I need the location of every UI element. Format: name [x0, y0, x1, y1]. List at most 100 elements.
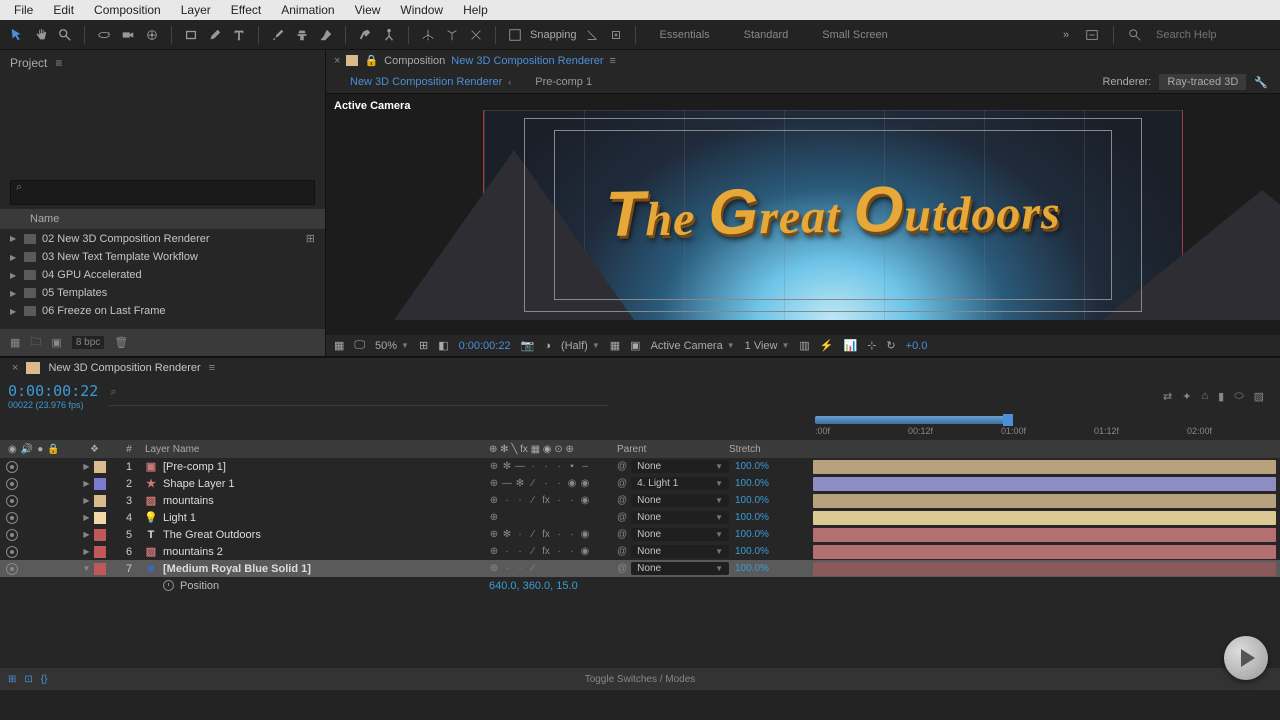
graph-editor-icon[interactable]: ▧: [1254, 390, 1264, 403]
puppet-pin-tool[interactable]: [380, 26, 398, 44]
pen-tool[interactable]: [206, 26, 224, 44]
snapping-label[interactable]: Snapping: [530, 29, 577, 41]
pickwhip-icon[interactable]: @: [617, 461, 627, 472]
fast-preview-icon[interactable]: ⚡: [820, 339, 834, 352]
layer-row[interactable]: ▶4💡Light 1⊕@None▼100.0%: [0, 509, 1280, 526]
motion-blur-icon[interactable]: ⬭: [1234, 390, 1243, 403]
parent-dropdown[interactable]: None▼: [631, 494, 729, 507]
draft-3d-icon[interactable]: ✦: [1182, 390, 1191, 403]
stopwatch-icon[interactable]: [163, 580, 174, 591]
bpc-toggle[interactable]: 8 bpc: [72, 336, 104, 349]
stretch-value[interactable]: 100.0%: [729, 512, 805, 523]
disclosure-icon[interactable]: ▶: [83, 513, 89, 522]
panel-menu-icon[interactable]: ≡: [610, 55, 616, 67]
visibility-toggle[interactable]: [6, 478, 18, 490]
disclosure-icon[interactable]: ▼: [83, 564, 91, 573]
roto-brush-tool[interactable]: [356, 26, 374, 44]
pixel-aspect-icon[interactable]: ▥: [799, 339, 809, 352]
toggle-modes-icon[interactable]: ⊡: [24, 674, 32, 685]
hand-tool[interactable]: [32, 26, 50, 44]
layer-duration-bar[interactable]: [813, 460, 1276, 474]
brush-tool[interactable]: [269, 26, 287, 44]
timeline-icon[interactable]: 📊: [844, 339, 858, 352]
snap-collapse-icon[interactable]: [607, 26, 625, 44]
orbit-tool[interactable]: [95, 26, 113, 44]
menu-layer[interactable]: Layer: [173, 1, 219, 19]
visibility-toggle[interactable]: [6, 461, 18, 473]
pickwhip-icon[interactable]: @: [617, 563, 627, 574]
layer-switches[interactable]: ⊕··∕fx··◉: [489, 546, 617, 557]
layer-name[interactable]: Shape Layer 1: [163, 478, 235, 490]
workspace-overflow-icon[interactable]: »: [1057, 26, 1075, 44]
resolution-icon[interactable]: ⊞: [419, 339, 428, 352]
project-item[interactable]: ▶05 Templates: [0, 284, 325, 302]
project-search-input[interactable]: [10, 180, 315, 205]
axis-view-icon[interactable]: [467, 26, 485, 44]
parent-column[interactable]: Parent: [617, 444, 729, 455]
lock-column-icon[interactable]: 🔒: [47, 444, 59, 455]
stretch-value[interactable]: 100.0%: [729, 461, 805, 472]
composition-viewer[interactable]: Active Camera The Great Outdoors: [326, 94, 1280, 335]
project-item[interactable]: ▶04 GPU Accelerated: [0, 266, 325, 284]
layer-name[interactable]: Light 1: [163, 512, 196, 524]
eye-column-icon[interactable]: ◉: [8, 444, 17, 455]
close-tab-icon[interactable]: ×: [12, 362, 18, 374]
camera-dropdown[interactable]: Active Camera▼: [651, 340, 735, 352]
label-color[interactable]: [94, 546, 106, 558]
stretch-value[interactable]: 100.0%: [729, 529, 805, 540]
layer-duration-bar[interactable]: [813, 528, 1276, 542]
layer-duration-bar[interactable]: [813, 477, 1276, 491]
timeline-comp-name[interactable]: New 3D Composition Renderer: [48, 362, 200, 374]
menu-composition[interactable]: Composition: [86, 1, 169, 19]
parent-dropdown[interactable]: None▼: [631, 511, 729, 524]
menu-animation[interactable]: Animation: [273, 1, 342, 19]
parent-dropdown[interactable]: 4. Light 1▼: [631, 477, 729, 490]
layer-row[interactable]: ▶2★Shape Layer 1⊕—✻∕··◉◉@4. Light 1▼100.…: [0, 475, 1280, 492]
label-color[interactable]: [94, 478, 106, 490]
comp-tab[interactable]: New 3D Composition Renderer‹: [338, 71, 523, 93]
disclosure-icon[interactable]: ▶: [10, 289, 18, 298]
magnification-icon[interactable]: 🖵: [354, 339, 365, 352]
work-area-bar[interactable]: [815, 416, 1011, 424]
exposure-value[interactable]: +0.0: [906, 340, 928, 352]
pickwhip-icon[interactable]: @: [617, 512, 627, 523]
clone-stamp-tool[interactable]: [293, 26, 311, 44]
layer-name[interactable]: The Great Outdoors: [163, 529, 261, 541]
channel-icon[interactable]: ◑: [544, 340, 551, 352]
project-item[interactable]: ▶02 New 3D Composition Renderer⊞: [0, 229, 325, 248]
disclosure-icon[interactable]: ▶: [83, 530, 89, 539]
property-label[interactable]: Position: [180, 580, 219, 592]
reset-exposure-icon[interactable]: ↻: [886, 339, 895, 352]
current-time[interactable]: 0:00:00:22: [459, 340, 511, 352]
disclosure-icon[interactable]: ▶: [10, 307, 18, 316]
panel-menu-icon[interactable]: ≡: [209, 362, 215, 374]
chevron-left-icon[interactable]: ‹: [508, 77, 511, 87]
workspace-essentials[interactable]: Essentials: [646, 29, 724, 41]
search-help-input[interactable]: [1152, 27, 1272, 43]
time-ruler[interactable]: :00f 00:12f 01:00f 01:12f 02:00f: [815, 414, 1280, 440]
layer-switches[interactable]: ⊕: [489, 512, 617, 523]
comp-mini-flowchart-icon[interactable]: ⇄: [1163, 390, 1172, 403]
text-tool[interactable]: [230, 26, 248, 44]
sync-settings-icon[interactable]: [1083, 26, 1101, 44]
layer-switches[interactable]: ⊕✻—···▪–: [489, 461, 617, 472]
disclosure-icon[interactable]: ▶: [83, 547, 89, 556]
layer-name[interactable]: mountains 2: [163, 546, 223, 558]
zoom-tool[interactable]: [56, 26, 74, 44]
project-item[interactable]: ▶06 Freeze on Last Frame: [0, 302, 325, 320]
new-folder-icon[interactable]: 🗀: [30, 333, 41, 352]
label-color[interactable]: [94, 529, 106, 541]
menu-window[interactable]: Window: [392, 1, 451, 19]
menu-edit[interactable]: Edit: [45, 1, 82, 19]
comp-canvas[interactable]: The Great Outdoors: [483, 110, 1183, 320]
play-button[interactable]: [1224, 636, 1268, 680]
toggle-switches-icon[interactable]: ⊞: [8, 674, 16, 685]
transparency-grid-icon[interactable]: ▦: [610, 339, 620, 352]
interpret-footage-icon[interactable]: ▦: [10, 336, 20, 349]
layer-duration-bar[interactable]: [813, 494, 1276, 508]
disclosure-icon[interactable]: ▶: [83, 479, 89, 488]
visibility-toggle[interactable]: [6, 495, 18, 507]
snap-edge-icon[interactable]: [583, 26, 601, 44]
layer-name[interactable]: [Medium Royal Blue Solid 1]: [163, 563, 311, 575]
stretch-value[interactable]: 100.0%: [729, 546, 805, 557]
